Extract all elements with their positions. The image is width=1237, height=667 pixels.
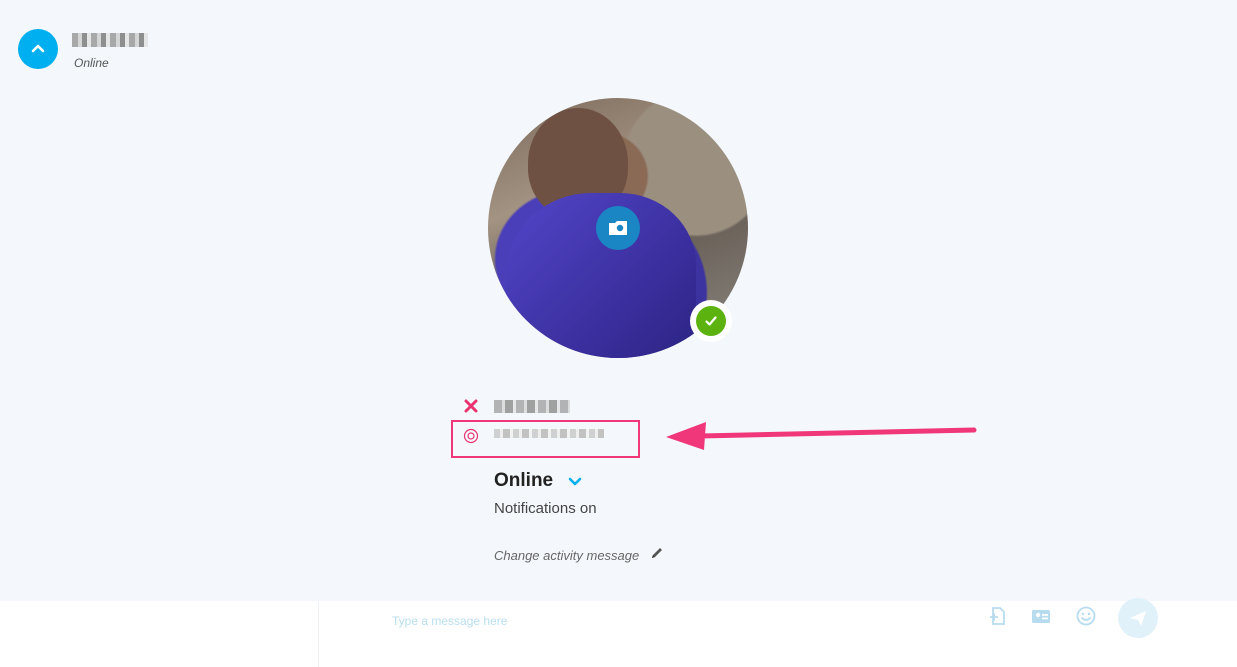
presence-dot (696, 306, 726, 336)
activity-message-field[interactable]: Change activity message (494, 548, 639, 563)
full-name-redacted (494, 400, 570, 413)
change-photo-button[interactable] (596, 206, 640, 250)
annotation-arrow-icon (666, 422, 977, 450)
checkmark-icon (705, 316, 717, 326)
send-contact-button[interactable] (1029, 604, 1053, 628)
emoticon-icon (1076, 606, 1096, 626)
compose-bar (319, 601, 1237, 667)
pencil-icon[interactable] (650, 546, 664, 560)
header-status: Online (74, 56, 109, 70)
status-label[interactable]: Online (494, 470, 553, 492)
x-icon (464, 399, 478, 413)
sidebar-bottom-panel (0, 601, 319, 667)
annotation-highlight-box (451, 420, 640, 458)
chevron-up-icon (31, 44, 45, 53)
send-file-button[interactable] (986, 604, 1010, 628)
camera-icon (609, 221, 627, 235)
message-input[interactable] (390, 612, 954, 630)
file-icon (990, 607, 1005, 625)
notifications-status[interactable]: Notifications on (494, 500, 597, 517)
contact-card-icon (1032, 610, 1050, 623)
presence-indicator (690, 300, 732, 342)
chevron-down-icon[interactable] (566, 474, 584, 490)
send-button[interactable] (1118, 598, 1158, 638)
contact-name-redacted (72, 33, 148, 47)
send-icon (1130, 611, 1146, 626)
collapse-button[interactable] (18, 29, 58, 69)
emoticon-button[interactable] (1074, 604, 1098, 628)
